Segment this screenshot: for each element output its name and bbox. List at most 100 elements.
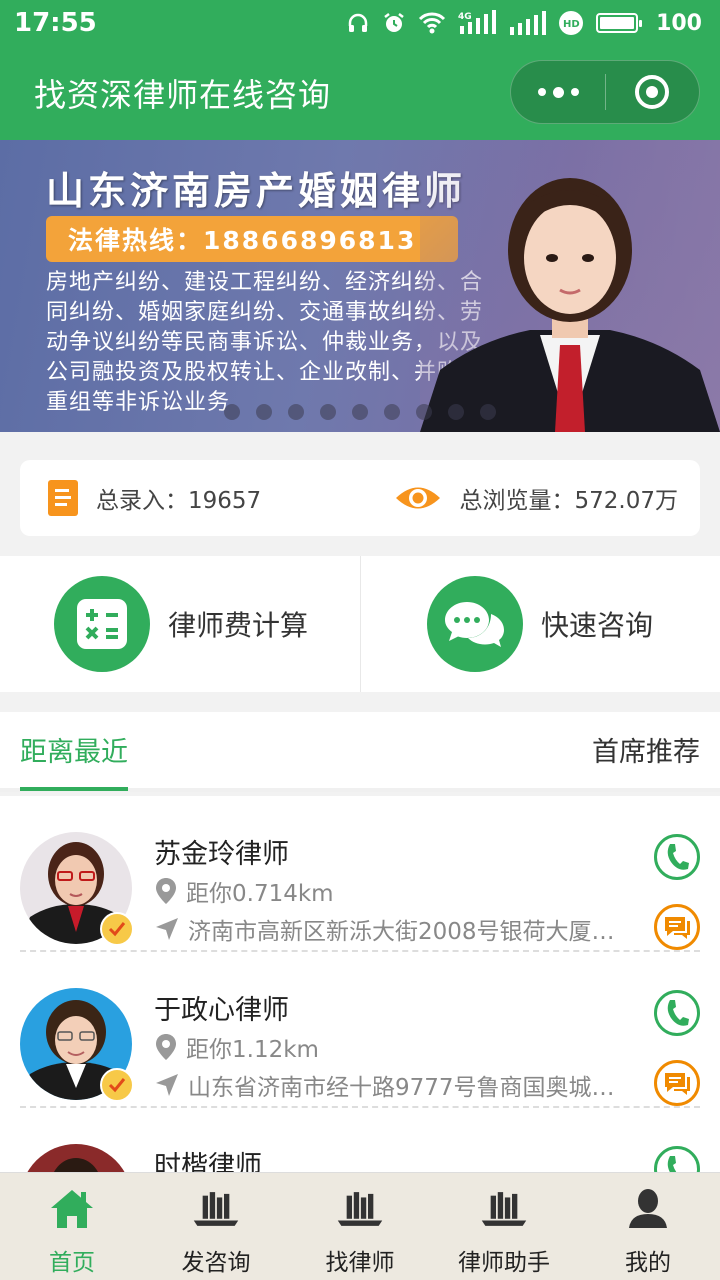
phone-icon [667, 1156, 677, 1172]
tabbar-mine[interactable]: 我的 [576, 1173, 720, 1280]
location-pin-icon [156, 1034, 176, 1060]
fee-calculator-label: 律师费计算 [168, 609, 309, 642]
carousel-dot[interactable] [384, 404, 400, 420]
battery-icon [596, 13, 643, 33]
lawyer-list-item[interactable]: 于政心律师 距你1.12km 山东省济南市经十路9777号鲁商国奥城… [20, 952, 700, 1108]
books-icon [336, 1187, 384, 1231]
verified-badge-icon [100, 1068, 134, 1102]
close-miniprogram-button[interactable] [606, 75, 699, 109]
carousel-dot[interactable] [224, 404, 240, 420]
home-icon [48, 1187, 96, 1231]
status-bar: 17:55 4G HD 100 [0, 0, 720, 46]
fee-calculator-button[interactable]: 律师费计算 [0, 556, 360, 692]
status-time: 17:55 [14, 8, 97, 38]
records-value: 19657 [188, 488, 262, 514]
navigation-arrow-icon [156, 918, 178, 940]
lawyer-avatar [20, 1144, 132, 1172]
lawyer-name: 苏金玲律师 [154, 839, 289, 870]
eye-icon [395, 487, 440, 509]
lawyer-list-item[interactable]: 苏金玲律师 距你0.714km 济南市高新区新泺大街2008号银荷大厦… [20, 796, 700, 952]
alarm-icon [382, 11, 406, 35]
phone-icon [667, 844, 689, 870]
lawyer-name: 于政心律师 [154, 995, 289, 1026]
signal-icon [510, 11, 547, 35]
call-button[interactable] [654, 1146, 700, 1172]
phone-icon [667, 1000, 689, 1026]
views-value: 572.07万 [574, 488, 678, 514]
views-stat: 总浏览量：572.07万 [394, 481, 678, 515]
feature-row: 律师费计算 快速咨询 [0, 556, 720, 692]
lawyer-distance-text: 距你0.714km [186, 881, 334, 907]
books-icon [192, 1187, 240, 1231]
carousel-dot[interactable] [288, 404, 304, 420]
location-pin-icon [156, 878, 176, 904]
carousel-dot[interactable] [448, 404, 464, 420]
bottom-tab-bar: 首页 发咨询 找律师 律师助手 我的 [0, 1172, 720, 1280]
lawyer-tabs: 距离最近 首席推荐 [0, 712, 720, 792]
lawyer-address: 山东省济南市经十路9777号鲁商国奥城… [154, 1068, 630, 1102]
quick-consult-label: 快速咨询 [541, 609, 654, 642]
document-icon [48, 480, 78, 516]
page-title: 找资深律师在线咨询 [34, 76, 332, 114]
menu-capsule [510, 60, 700, 124]
tab-nearest[interactable]: 距离最近 [20, 730, 128, 791]
lawyer-address: 济南市高新区新泺大街2008号银荷大厦… [154, 912, 630, 946]
chat-bubbles-icon [427, 576, 523, 672]
battery-level: 100 [656, 10, 702, 36]
lawyer-list-item[interactable]: 时楷律师 [20, 1108, 700, 1172]
banner-carousel[interactable]: 山东济南房产婚姻律师 法律热线：18866896813 房地产纠纷、建设工程纠纷… [0, 140, 720, 432]
message-icon [665, 1073, 690, 1095]
lawyer-list: 苏金玲律师 距你0.714km 济南市高新区新泺大街2008号银荷大厦… 于政心… [0, 796, 720, 1172]
lawyer-address-text: 山东省济南市经十路9777号鲁商国奥城… [188, 1075, 615, 1101]
carousel-dot[interactable] [416, 404, 432, 420]
svg-text:4G: 4G [458, 12, 472, 22]
tab-recommended[interactable]: 首席推荐 [592, 730, 700, 769]
verified-badge-icon [100, 912, 134, 946]
nav-bar: 找资深律师在线咨询 [0, 46, 720, 140]
lawyer-distance: 距你0.714km [154, 874, 630, 908]
stats-card: 总录入：19657 总浏览量：572.07万 [20, 460, 700, 536]
books-icon [480, 1187, 528, 1231]
carousel-dot[interactable] [480, 404, 496, 420]
carousel-dot[interactable] [352, 404, 368, 420]
chat-button[interactable] [654, 904, 700, 950]
more-dot-icon [552, 86, 564, 98]
tabbar-post-consult-label: 发咨询 [181, 1250, 251, 1276]
wifi-icon [418, 11, 446, 35]
records-stat: 总录入：19657 [48, 480, 261, 516]
lawyer-address-text: 济南市高新区新泺大街2008号银荷大厦… [188, 919, 615, 945]
banner-hotline: 法律热线：18866896813 [46, 216, 458, 262]
views-label: 总浏览量： [459, 488, 575, 514]
calculator-icon [54, 576, 150, 672]
quick-consult-button[interactable]: 快速咨询 [360, 556, 720, 692]
tabbar-assistant-label: 律师助手 [458, 1250, 550, 1276]
carousel-dot[interactable] [320, 404, 336, 420]
records-label: 总录入： [96, 488, 188, 514]
tabbar-post-consult[interactable]: 发咨询 [144, 1173, 288, 1280]
tabbar-find-lawyer-label: 找律师 [325, 1250, 395, 1276]
carousel-indicators [0, 404, 720, 420]
hd-icon: HD [558, 10, 584, 36]
tabbar-home[interactable]: 首页 [0, 1173, 144, 1280]
headphones-icon [346, 11, 370, 35]
chat-button[interactable] [654, 1060, 700, 1106]
svg-text:HD: HD [563, 19, 580, 30]
navigation-arrow-icon [156, 1074, 178, 1096]
lawyer-portrait-image [420, 140, 720, 432]
tabbar-mine-label: 我的 [625, 1250, 671, 1276]
call-button[interactable] [654, 834, 700, 880]
signal-4g-icon: 4G [458, 10, 498, 36]
target-icon [635, 75, 670, 109]
more-dot-icon [537, 88, 546, 96]
status-icons: 4G HD 100 [346, 10, 702, 36]
lawyer-name: 时楷律师 [154, 1151, 262, 1172]
user-icon [624, 1187, 672, 1231]
more-menu-button[interactable] [511, 86, 605, 98]
lawyer-distance-text: 距你1.12km [186, 1037, 319, 1063]
tabbar-assistant[interactable]: 律师助手 [432, 1173, 576, 1280]
tabbar-find-lawyer[interactable]: 找律师 [288, 1173, 432, 1280]
lawyer-distance: 距你1.12km [154, 1030, 630, 1064]
carousel-dot[interactable] [256, 404, 272, 420]
call-button[interactable] [654, 990, 700, 1036]
more-dot-icon [570, 88, 579, 96]
